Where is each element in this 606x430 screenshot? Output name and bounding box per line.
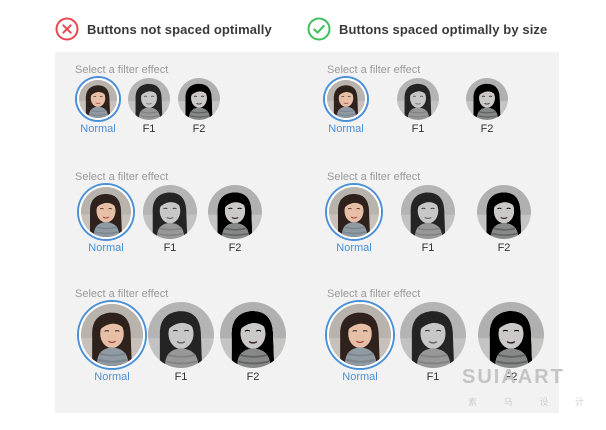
filter-option-normal[interactable]: Normal <box>79 302 145 386</box>
filter-option-f2[interactable]: F2 <box>208 185 262 257</box>
filter-thumbnail[interactable] <box>327 185 381 239</box>
filter-label: Normal <box>80 123 116 135</box>
filter-thumbnail[interactable] <box>148 302 214 368</box>
filter-prompt: Select a filter effect <box>75 288 169 300</box>
filter-label: F2 <box>192 123 206 135</box>
watermark-char: 计 <box>574 397 584 407</box>
filter-thumbnail[interactable] <box>397 78 439 120</box>
filter-thumbnail[interactable] <box>466 78 508 120</box>
filter-thumbnail[interactable] <box>178 78 220 120</box>
filter-selector: Select a filter effect Normal F1 F2 <box>55 64 307 164</box>
filter-thumbnail[interactable] <box>400 302 466 368</box>
filter-option-normal[interactable]: Normal <box>77 78 119 138</box>
filter-option-f1[interactable]: F1 <box>401 185 455 257</box>
right-column-header: Buttons spaced optimally by size <box>307 16 547 42</box>
filter-thumbnail[interactable] <box>128 78 170 120</box>
filter-label: Normal <box>328 123 364 135</box>
filter-label: F2 <box>228 242 242 254</box>
filter-selector: Select a filter effect Normal F1 F2 <box>55 288 307 388</box>
filter-label: F1 <box>411 123 425 135</box>
filter-option-normal[interactable]: Normal <box>327 302 393 386</box>
filter-label: F1 <box>142 123 156 135</box>
filter-thumbnail[interactable] <box>478 302 544 368</box>
filter-label: F1 <box>421 242 435 254</box>
filter-label: Normal <box>88 242 124 254</box>
filter-option-f1[interactable]: F1 <box>128 78 170 138</box>
filter-label: Normal <box>336 242 372 254</box>
left-column-title: Buttons not spaced optimally <box>87 21 272 37</box>
filter-thumbnail[interactable] <box>327 302 393 368</box>
x-circle-icon <box>55 17 79 41</box>
filter-thumbnail[interactable] <box>208 185 262 239</box>
filter-option-normal[interactable]: Normal <box>79 185 133 257</box>
filter-selector: Select a filter effect Normal F1 F2 <box>307 64 559 164</box>
filter-thumbnail[interactable] <box>77 78 119 120</box>
filter-option-f2[interactable]: F2 <box>477 185 531 257</box>
filter-option-f1[interactable]: F1 <box>397 78 439 138</box>
filter-prompt: Select a filter effect <box>327 64 421 76</box>
filter-label: F2 <box>497 242 511 254</box>
filter-option-normal[interactable]: Normal <box>327 185 381 257</box>
filter-thumbnail[interactable] <box>143 185 197 239</box>
filter-label: F1 <box>174 371 188 383</box>
filter-label: Normal <box>342 371 378 383</box>
filter-option-f2[interactable]: F2 <box>220 302 286 386</box>
filter-prompt: Select a filter effect <box>75 64 169 76</box>
filter-prompt: Select a filter effect <box>75 171 169 183</box>
filter-option-f2[interactable]: F2 <box>478 302 544 386</box>
filter-option-f2[interactable]: F2 <box>178 78 220 138</box>
filter-thumbnail[interactable] <box>401 185 455 239</box>
filter-option-f2[interactable]: F2 <box>466 78 508 138</box>
filter-thumbnail[interactable] <box>325 78 367 120</box>
filter-selector: Select a filter effect Normal F1 F2 <box>307 288 559 388</box>
filter-label: F2 <box>246 371 260 383</box>
right-column-title: Buttons spaced optimally by size <box>339 21 548 37</box>
left-column: Buttons not spaced optimally Select a fi… <box>55 0 307 430</box>
left-example-panel: Select a filter effect Normal F1 F2 Select a… <box>55 52 307 413</box>
filter-option-f1[interactable]: F1 <box>143 185 197 257</box>
filter-option-f1[interactable]: F1 <box>148 302 214 386</box>
filter-label: F2 <box>480 123 494 135</box>
filter-thumbnail[interactable] <box>79 185 133 239</box>
filter-option-f1[interactable]: F1 <box>400 302 466 386</box>
filter-option-normal[interactable]: Normal <box>325 78 367 138</box>
right-example-panel: Select a filter effect Normal F1 F2 Select a… <box>307 52 559 413</box>
right-column: Buttons spaced optimally by size Select … <box>307 0 559 430</box>
check-circle-icon <box>307 17 331 41</box>
filter-thumbnail[interactable] <box>477 185 531 239</box>
filter-label: Normal <box>94 371 130 383</box>
filter-label: F2 <box>504 371 518 383</box>
filter-label: F1 <box>163 242 177 254</box>
left-column-header: Buttons not spaced optimally <box>55 16 272 42</box>
filter-label: F1 <box>426 371 440 383</box>
filter-thumbnail[interactable] <box>79 302 145 368</box>
filter-prompt: Select a filter effect <box>327 288 421 300</box>
filter-thumbnail[interactable] <box>220 302 286 368</box>
filter-prompt: Select a filter effect <box>327 171 421 183</box>
filter-selector: Select a filter effect Normal F1 F2 <box>307 171 559 271</box>
filter-selector: Select a filter effect Normal F1 F2 <box>55 171 307 271</box>
